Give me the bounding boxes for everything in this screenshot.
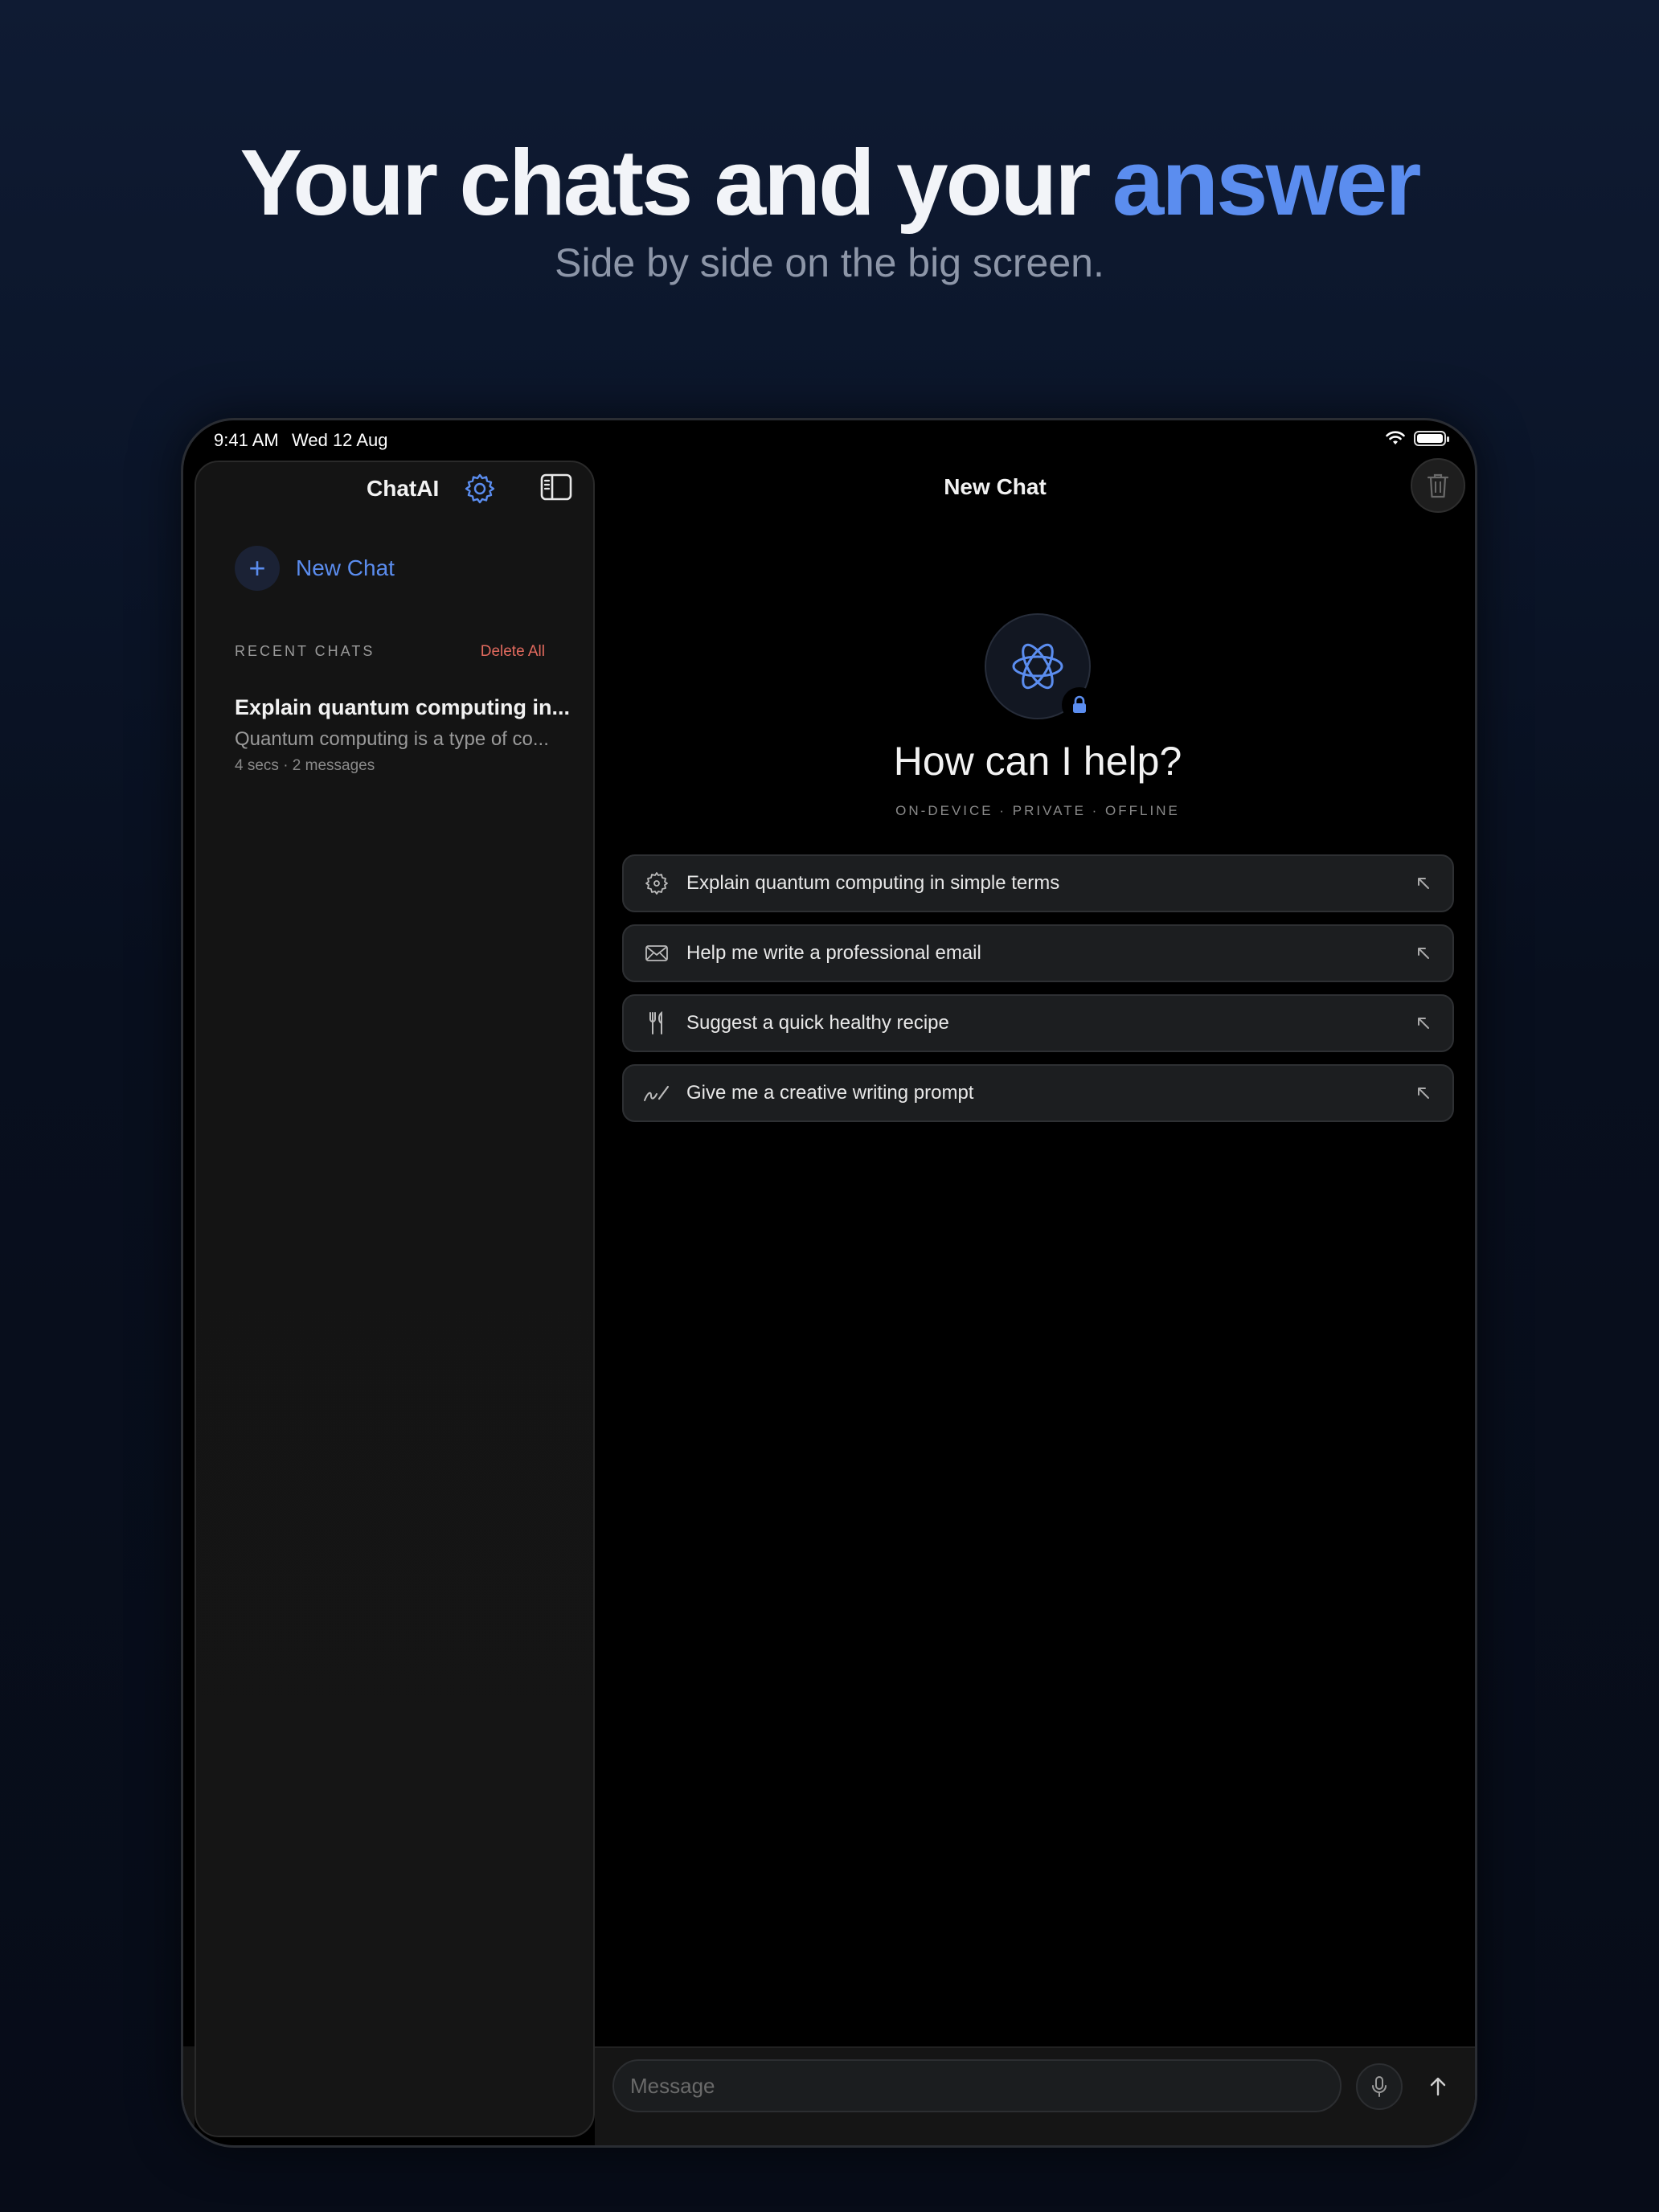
suggestion-email[interactable]: Help me write a professional email — [622, 924, 1454, 982]
send-button[interactable] — [1415, 2063, 1461, 2110]
privacy-tagline: ON-DEVICE · PRIVATE · OFFLINE — [895, 803, 1180, 818]
hero-headline-accent: answer — [1112, 130, 1422, 235]
mic-button[interactable] — [1356, 2063, 1403, 2110]
suggestion-writing[interactable]: Give me a creative writing prompt — [622, 1064, 1454, 1122]
status-icons — [1385, 430, 1449, 446]
arrow-up-left-icon — [1418, 948, 1429, 959]
suggestion-list: Explain quantum computing in simple term… — [622, 854, 1454, 1134]
plus-icon: + — [235, 546, 280, 591]
suggestion-label: Help me write a professional email — [686, 942, 981, 964]
status-time: 9:41 AM — [214, 430, 279, 450]
gear-icon[interactable] — [463, 472, 497, 506]
battery-icon — [1414, 430, 1449, 446]
sidebar-toggle-icon[interactable] — [540, 473, 572, 501]
chat-item-meta: 4 secs · 2 messages — [235, 757, 375, 774]
arrow-up-icon — [1430, 2077, 1446, 2096]
battery-fill — [1417, 433, 1443, 443]
microphone-icon — [1372, 2076, 1387, 2097]
assistant-avatar — [985, 613, 1097, 723]
message-composer — [595, 2046, 1475, 2145]
new-chat-button[interactable]: + New Chat — [235, 546, 395, 591]
envelope-icon — [643, 940, 670, 967]
wifi-icon — [1386, 431, 1405, 444]
sidebar-title: ChatAI — [367, 476, 440, 501]
delete-all-button[interactable]: Delete All — [481, 643, 545, 661]
status-bar: 9:41 AM Wed 12 Aug — [183, 420, 1475, 461]
fork-knife-icon — [643, 1010, 670, 1037]
suggestion-quantum[interactable]: Explain quantum computing in simple term… — [622, 854, 1454, 912]
chat-item-title: Explain quantum computing in... — [235, 695, 570, 719]
composer-left-strip — [183, 2046, 195, 2145]
message-input[interactable] — [612, 2059, 1342, 2112]
signature-pen-icon — [643, 1079, 670, 1107]
suggestion-label: Suggest a quick healthy recipe — [686, 1012, 949, 1034]
arrow-up-left-icon — [1418, 878, 1429, 889]
hero-headline: Your chats and your answer — [0, 129, 1659, 236]
suggestion-recipe[interactable]: Suggest a quick healthy recipe — [622, 994, 1454, 1052]
main-title: New Chat — [944, 474, 1047, 499]
sidebar: ChatAI + New Chat RECENT CHATS Delete Al… — [195, 461, 595, 2137]
tablet-frame: 9:41 AM Wed 12 Aug ChatAI + New Chat REC… — [181, 418, 1477, 2148]
new-chat-label: New Chat — [296, 555, 395, 580]
status-date: Wed 12 Aug — [292, 430, 388, 450]
arrow-up-left-icon — [1418, 1018, 1429, 1029]
hero-subheadline: Side by side on the big screen. — [555, 240, 1104, 285]
arrow-up-left-icon — [1418, 1088, 1429, 1099]
lock-icon — [1062, 687, 1097, 723]
delete-chat-button[interactable] — [1411, 458, 1465, 513]
suggestion-label: Explain quantum computing in simple term… — [686, 872, 1060, 894]
trash-icon — [1427, 473, 1449, 498]
hero-headline-prefix: Your chats and your — [240, 130, 1112, 235]
atom-icon — [643, 870, 670, 897]
recent-chats-heading: RECENT CHATS — [235, 643, 375, 659]
atom-icon — [1012, 643, 1063, 690]
chat-list-item[interactable]: Explain quantum computing in... Quantum … — [235, 695, 570, 775]
suggestion-label: Give me a creative writing prompt — [686, 1082, 974, 1104]
chat-item-preview: Quantum computing is a type of co... — [235, 728, 549, 750]
greeting-title: How can I help? — [893, 739, 1182, 784]
